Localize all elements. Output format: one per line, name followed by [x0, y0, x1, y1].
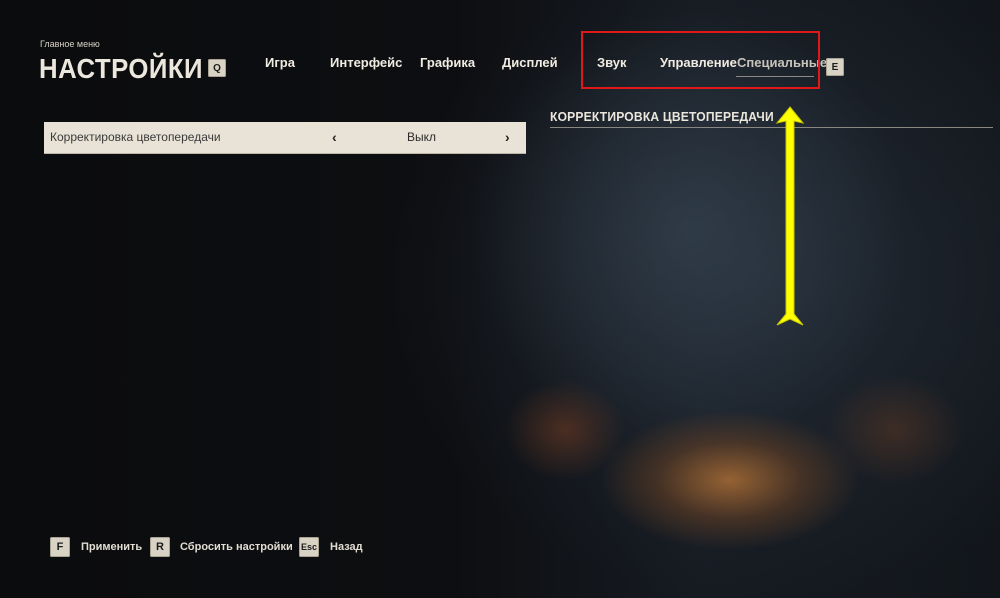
tab-graphics[interactable]: Графика [420, 55, 475, 70]
detail-panel-title: КОРРЕКТИРОВКА ЦВЕТОПЕРЕДАЧИ [550, 109, 774, 124]
setting-label: Корректировка цветопередачи [50, 130, 221, 144]
annotation-arrow-icon [775, 106, 805, 326]
back-label[interactable]: Назад [330, 541, 363, 553]
apply-key[interactable]: F [50, 537, 70, 557]
tab-interface[interactable]: Интерфейс [330, 55, 402, 70]
apply-label[interactable]: Применить [81, 541, 142, 553]
setting-value: Выкл [407, 130, 437, 144]
previous-option-button[interactable]: ‹ [332, 129, 337, 145]
prev-tab-key[interactable]: Q [208, 59, 226, 77]
reset-label[interactable]: Сбросить настройки [180, 541, 293, 553]
breadcrumb: Главное меню [40, 39, 100, 49]
page-title: НАСТРОЙКИ [39, 53, 204, 84]
tab-display[interactable]: Дисплей [502, 55, 558, 70]
next-option-button[interactable]: › [505, 129, 510, 145]
reset-key[interactable]: R [150, 537, 170, 557]
next-tab-key[interactable]: E [826, 58, 844, 76]
setting-row-color-correction[interactable]: Корректировка цветопередачи ‹ Выкл › [44, 122, 526, 153]
annotation-highlight-box [581, 31, 820, 89]
back-key[interactable]: Esc [299, 537, 319, 557]
tab-game[interactable]: Игра [265, 55, 295, 70]
